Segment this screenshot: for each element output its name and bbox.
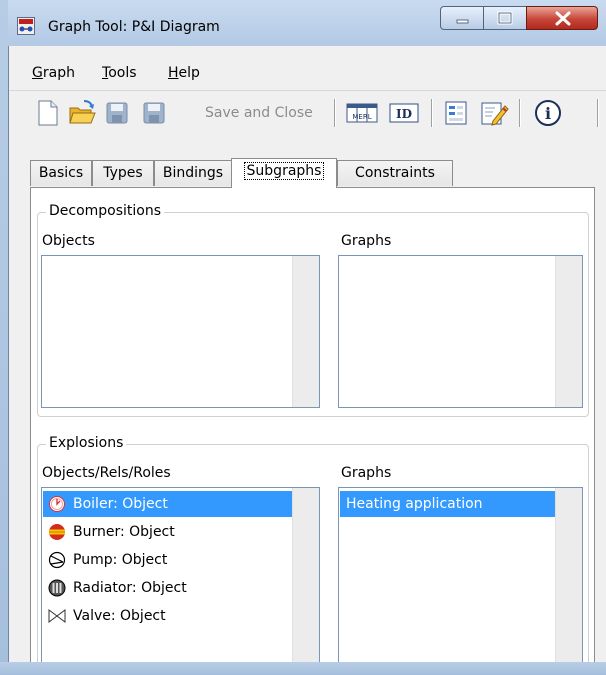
info-icon: i xyxy=(535,100,561,126)
decompositions-group: Decompositions Objects Graphs xyxy=(37,203,589,417)
menu-help[interactable]: Help xyxy=(168,65,200,81)
list-item-label: Boiler: Object xyxy=(73,496,168,512)
list-item-label: Heating application xyxy=(346,496,483,512)
tab-types[interactable]: Types xyxy=(92,160,154,186)
mergeable-button[interactable]: MERL xyxy=(345,98,379,128)
tab-basics[interactable]: Basics xyxy=(30,160,92,186)
properties-form-icon xyxy=(445,101,467,125)
window-frame-left xyxy=(0,0,8,675)
title-bar[interactable]: Graph Tool: P&I Diagram xyxy=(0,0,606,46)
vertical-scrollbar[interactable] xyxy=(292,488,319,675)
client-area: Graph Tools Help Save and Close MERL ID … xyxy=(8,46,606,675)
list-item-label: Burner: Object xyxy=(73,524,175,540)
open-folder-icon xyxy=(69,100,96,124)
toolbar-separator xyxy=(334,99,336,127)
explosions-graphs-label: Graphs xyxy=(341,465,392,481)
graph-tool-window: Graph Tool: P&I Diagram Graph Tools Help xyxy=(0,0,606,675)
vertical-scrollbar[interactable] xyxy=(292,256,319,407)
explosions-objects-list[interactable]: Boiler: Object Burner: Object Pump: Obje… xyxy=(41,487,320,675)
pump-icon xyxy=(48,551,66,569)
explosions-objects-label: Objects/Rels/Roles xyxy=(42,465,171,481)
save-close-disk-icon xyxy=(143,102,165,124)
list-item-radiator[interactable]: Radiator: Object xyxy=(43,575,292,601)
menu-tools[interactable]: Tools xyxy=(102,65,137,81)
caption-buttons xyxy=(440,6,598,32)
toolbar-separator xyxy=(519,99,521,127)
tab-bindings[interactable]: Bindings xyxy=(154,160,232,186)
explosions-group: Explosions Objects/Rels/Roles Graphs Boi… xyxy=(37,435,589,675)
vertical-scrollbar[interactable] xyxy=(555,256,582,407)
decompositions-graphs-label: Graphs xyxy=(341,233,392,249)
app-icon xyxy=(17,17,35,35)
maximize-button[interactable] xyxy=(483,6,527,30)
info-button[interactable]: i xyxy=(533,98,563,128)
burner-icon xyxy=(49,524,65,540)
identifier-button[interactable]: ID xyxy=(387,98,421,128)
list-item-label: Valve: Object xyxy=(73,608,166,624)
tab-subgraphs[interactable]: Subgraphs xyxy=(231,158,337,188)
toolbar: Save and Close MERL ID i xyxy=(9,90,606,133)
toolbar-separator xyxy=(431,99,433,127)
list-item-label: Radiator: Object xyxy=(73,580,187,596)
edit-button[interactable] xyxy=(479,98,509,128)
explosions-title: Explosions xyxy=(46,435,127,451)
maximize-icon xyxy=(497,11,513,25)
minimize-button[interactable] xyxy=(440,6,484,30)
radiator-icon xyxy=(48,579,66,597)
decompositions-objects-label: Objects xyxy=(42,233,95,249)
id-icon: ID xyxy=(389,103,419,123)
menu-bar: Graph Tools Help xyxy=(9,60,606,86)
save-disk-icon xyxy=(106,102,128,124)
save-button[interactable] xyxy=(104,98,130,128)
list-item-label: Pump: Object xyxy=(73,552,168,568)
properties-button[interactable] xyxy=(443,98,469,128)
window-frame-bottom xyxy=(0,662,606,675)
list-item-burner[interactable]: Burner: Object xyxy=(43,519,292,545)
edit-pencil-icon xyxy=(481,102,509,126)
list-item-pump[interactable]: Pump: Object xyxy=(43,547,292,573)
window-title: Graph Tool: P&I Diagram xyxy=(48,19,220,35)
list-item-boiler[interactable]: Boiler: Object xyxy=(43,491,292,517)
list-item-heating-application[interactable]: Heating application xyxy=(340,491,555,517)
valve-icon xyxy=(48,609,66,623)
explosions-graphs-list[interactable]: Heating application xyxy=(338,487,583,675)
info-label: i xyxy=(545,104,551,123)
decompositions-objects-list[interactable] xyxy=(41,255,320,408)
menu-graph[interactable]: Graph xyxy=(32,65,75,81)
open-button[interactable] xyxy=(67,98,97,128)
tab-constraints[interactable]: Constraints xyxy=(337,160,453,186)
mergeable-table-icon: MERL xyxy=(346,103,378,123)
new-document-icon xyxy=(38,100,58,126)
id-label: ID xyxy=(396,107,412,121)
tab-strip: Basics Types Bindings Subgraphs Constrai… xyxy=(30,158,590,188)
mergeable-label: MERL xyxy=(352,113,371,121)
decompositions-graphs-list[interactable] xyxy=(338,255,583,408)
toolbar-separator xyxy=(597,99,599,127)
list-item-valve[interactable]: Valve: Object xyxy=(43,603,292,629)
vertical-scrollbar[interactable] xyxy=(555,488,582,675)
close-icon xyxy=(555,11,571,26)
save-and-close-label: Save and Close xyxy=(205,105,313,121)
subgraphs-panel: Decompositions Objects Graphs Explosions… xyxy=(30,187,595,675)
decompositions-title: Decompositions xyxy=(46,203,165,219)
minimize-icon xyxy=(456,19,469,24)
close-button[interactable] xyxy=(526,6,598,30)
boiler-icon xyxy=(49,496,65,512)
new-button[interactable] xyxy=(35,98,61,128)
